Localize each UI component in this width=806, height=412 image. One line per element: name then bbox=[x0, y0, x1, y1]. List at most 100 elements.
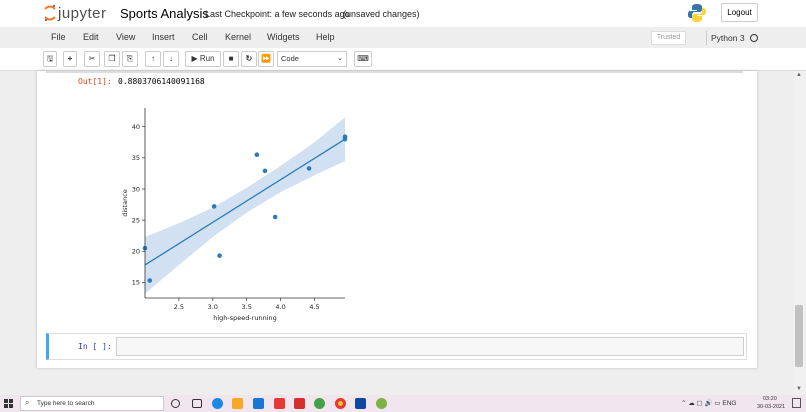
move-down-button[interactable]: ↓ bbox=[163, 51, 179, 67]
menu-widgets[interactable]: Widgets bbox=[267, 32, 300, 42]
data-point bbox=[211, 204, 217, 209]
toolbar: 🖫 + ✂ ❐ ⎘ ↑ ↓ ▶ Run ■ ↻ ⏩ Code ⌄ ⌨ bbox=[0, 48, 806, 71]
restart-run-all-button[interactable]: ⏩ bbox=[258, 51, 274, 67]
data-point bbox=[272, 214, 278, 220]
system-tray[interactable]: ⌃ ☁ ▢ 🔊 ▭ ENG bbox=[681, 399, 736, 407]
move-up-icon: ↑ bbox=[151, 54, 155, 63]
notebook-title[interactable]: Sports Analysis bbox=[120, 6, 209, 21]
y-tick-label: 15 bbox=[132, 279, 140, 287]
keyboard-icon: ⌨ bbox=[357, 54, 369, 63]
x-tick-label: 4.0 bbox=[275, 303, 285, 311]
y-tick-label: 30 bbox=[132, 185, 140, 193]
taskbar-search-placeholder: Type here to search bbox=[37, 400, 95, 407]
save-icon: 🖫 bbox=[46, 54, 54, 63]
menu-view[interactable]: View bbox=[116, 32, 135, 42]
edge-icon[interactable] bbox=[212, 398, 223, 409]
command-palette-button[interactable]: ⌨ bbox=[354, 51, 372, 67]
menu-cell[interactable]: Cell bbox=[192, 32, 208, 42]
cell-type-select[interactable]: Code ⌄ bbox=[277, 51, 347, 67]
kernel-separator bbox=[706, 31, 707, 45]
data-point bbox=[342, 136, 348, 142]
fast-forward-icon: ⏩ bbox=[261, 54, 271, 63]
chrome-icon[interactable] bbox=[335, 398, 346, 409]
mail-icon[interactable] bbox=[253, 398, 264, 409]
jupyter-logo[interactable]: jupyter bbox=[44, 3, 114, 23]
scroll-down-icon[interactable]: ▼ bbox=[796, 386, 802, 392]
checkpoint-status: Last Checkpoint: a few seconds ago bbox=[205, 9, 350, 19]
restart-button[interactable]: ↻ bbox=[241, 51, 257, 67]
x-tick-label: 4.5 bbox=[309, 303, 319, 311]
x-axis-label: high-speed-running bbox=[213, 314, 277, 322]
menu-kernel[interactable]: Kernel bbox=[225, 32, 251, 42]
cell-border bbox=[46, 71, 743, 73]
paste-icon: ⎘ bbox=[126, 54, 134, 63]
restart-icon: ↻ bbox=[245, 54, 253, 63]
x-tick-label: 2.5 bbox=[174, 303, 184, 311]
chevron-down-icon: ⌄ bbox=[337, 55, 343, 62]
output-value: 0.8803706140091168 bbox=[118, 77, 205, 86]
python-logo-icon bbox=[688, 4, 706, 22]
scrollbar-thumb[interactable] bbox=[795, 305, 803, 367]
clock-time[interactable]: 03:20 bbox=[763, 396, 777, 402]
office-icon[interactable] bbox=[294, 398, 305, 409]
data-point bbox=[147, 278, 153, 283]
output-prompt: Out[1]: bbox=[78, 77, 112, 86]
windows-start-icon[interactable] bbox=[4, 399, 13, 408]
copy-icon: ❐ bbox=[108, 54, 116, 63]
scroll-up-icon[interactable]: ▲ bbox=[796, 72, 802, 78]
data-point bbox=[254, 152, 260, 158]
data-point bbox=[217, 253, 222, 258]
kernel-idle-icon bbox=[750, 34, 758, 42]
add-icon: + bbox=[67, 54, 73, 63]
cortana-icon[interactable] bbox=[171, 399, 180, 408]
move-up-button[interactable]: ↑ bbox=[145, 51, 161, 67]
x-tick-label: 3.0 bbox=[208, 303, 218, 311]
y-axis-label: distance bbox=[121, 189, 129, 217]
run-button[interactable]: ▶ Run bbox=[185, 51, 221, 67]
copy-button[interactable]: ❐ bbox=[104, 51, 120, 67]
move-down-icon: ↓ bbox=[169, 54, 173, 63]
y-tick-label: 40 bbox=[132, 123, 140, 131]
app-icon[interactable] bbox=[314, 398, 325, 409]
stop-icon: ■ bbox=[228, 54, 234, 63]
menu-insert[interactable]: Insert bbox=[152, 32, 175, 42]
code-input[interactable] bbox=[116, 337, 744, 356]
language-indicator: ENG bbox=[722, 400, 737, 407]
save-button[interactable]: 🖫 bbox=[43, 51, 57, 67]
trusted-indicator[interactable]: Trusted bbox=[651, 31, 686, 45]
cell-type-value: Code bbox=[281, 54, 299, 63]
notification-icon[interactable] bbox=[792, 398, 801, 408]
menu-help[interactable]: Help bbox=[316, 32, 335, 42]
clock-date[interactable]: 30-03-2021 bbox=[757, 404, 785, 410]
interrupt-button[interactable]: ■ bbox=[223, 51, 239, 67]
logout-button[interactable]: Logout bbox=[721, 3, 758, 22]
confidence-band bbox=[145, 117, 345, 294]
regression-line bbox=[144, 138, 346, 266]
input-prompt: In [ ]: bbox=[78, 342, 112, 351]
run-label: Run bbox=[199, 54, 215, 63]
store-icon[interactable] bbox=[274, 398, 285, 409]
run-icon: ▶ bbox=[191, 54, 198, 63]
jupyter-wordmark: jupyter bbox=[58, 5, 107, 22]
x-tick-label: 3.5 bbox=[242, 303, 252, 311]
paste-button[interactable]: ⎘ bbox=[122, 51, 138, 67]
menu-file[interactable]: File bbox=[51, 32, 66, 42]
jupyter-logo-icon bbox=[44, 4, 56, 22]
header: jupyter Sports Analysis Last Checkpoint:… bbox=[0, 0, 806, 27]
insert-cell-button[interactable]: + bbox=[63, 51, 77, 67]
cut-button[interactable]: ✂ bbox=[84, 51, 100, 67]
y-tick-label: 20 bbox=[132, 248, 140, 256]
search-icon: ⌕ bbox=[25, 398, 30, 407]
data-point bbox=[306, 166, 312, 171]
photos-icon[interactable] bbox=[355, 398, 366, 409]
menu-edit[interactable]: Edit bbox=[83, 32, 99, 42]
file-explorer-icon[interactable] bbox=[232, 398, 243, 409]
cut-icon: ✂ bbox=[88, 54, 96, 63]
y-tick-label: 35 bbox=[132, 154, 140, 162]
data-point bbox=[262, 168, 268, 174]
y-tick-label: 25 bbox=[132, 216, 140, 224]
jupyter-app-icon[interactable] bbox=[376, 398, 387, 409]
kernel-name: Python 3 bbox=[711, 33, 745, 43]
autosave-status: (unsaved changes) bbox=[343, 9, 420, 19]
task-view-icon[interactable] bbox=[192, 399, 202, 408]
